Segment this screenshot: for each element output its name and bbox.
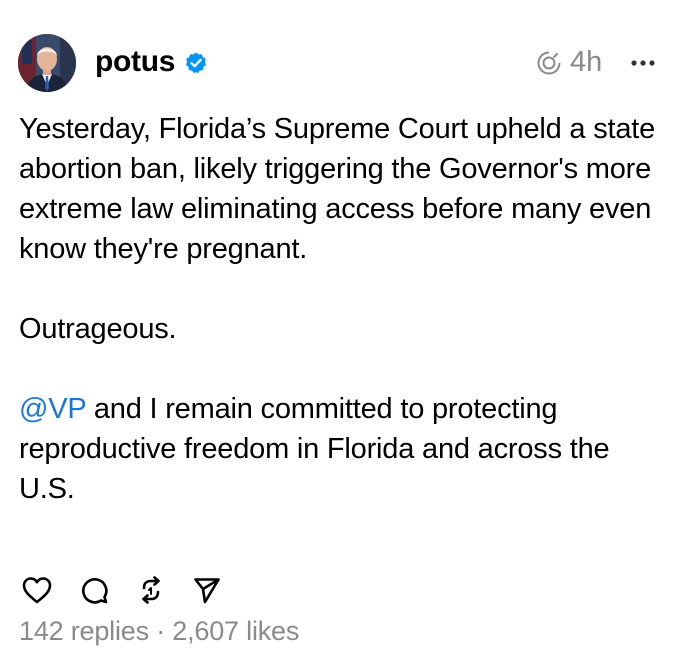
post-paragraph: Outrageous. (19, 313, 177, 345)
repost-icon (142, 576, 160, 604)
avatar[interactable] (18, 34, 76, 92)
post-stats: 142 replies · 2,607 likes (19, 614, 299, 648)
timestamp: 4h (570, 46, 603, 78)
heart-icon (22, 577, 52, 604)
like-button[interactable] (20, 573, 54, 607)
threads-icon (536, 50, 562, 76)
repost-button[interactable] (134, 573, 168, 607)
replies-count[interactable]: 142 replies (19, 616, 149, 646)
mention-link[interactable]: @VP (19, 393, 86, 425)
reply-button[interactable] (77, 573, 111, 607)
username[interactable]: potus (95, 44, 175, 80)
comment-icon (82, 578, 108, 604)
verified-badge-icon (184, 51, 208, 75)
thread-post: potus 4h Yesterday, Florida’s Supreme Co… (0, 0, 680, 664)
post-paragraph-text: and I remain committed to protecting rep… (19, 393, 610, 505)
post-paragraph: @VP and I remain committed to protecting… (19, 389, 659, 509)
post-body: Yesterday, Florida’s Supreme Court uphel… (19, 109, 659, 509)
stats-separator: · (148, 616, 173, 646)
likes-count[interactable]: 2,607 likes (172, 616, 299, 646)
post-paragraph: Yesterday, Florida’s Supreme Court uphel… (19, 113, 656, 265)
more-options-icon[interactable] (630, 55, 656, 66)
share-button[interactable] (190, 573, 224, 607)
send-icon (194, 578, 220, 604)
